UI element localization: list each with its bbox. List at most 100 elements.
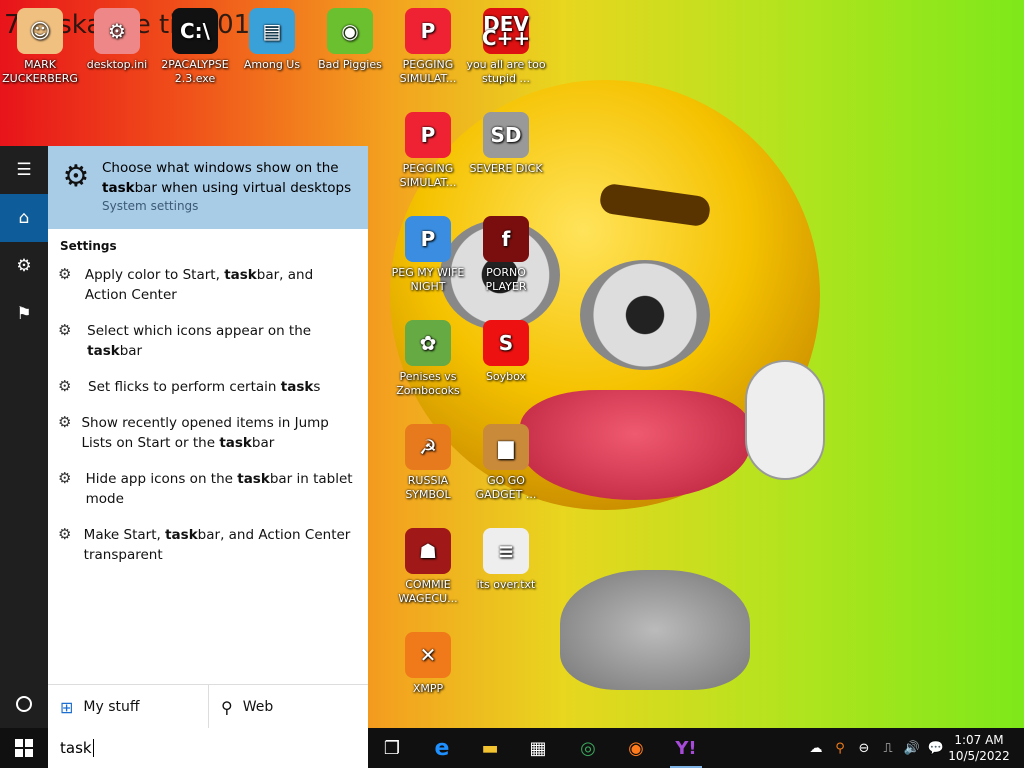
desktop-icon[interactable]: P PEGGING SIMULAT...	[388, 112, 468, 190]
chrome-button[interactable]: ◎	[564, 728, 612, 768]
desktop-icon-label: SEVERE DICK	[469, 162, 543, 175]
hamburger-icon: ☰	[16, 160, 32, 180]
desktop-icon[interactable]: ≡ its over.txt	[466, 528, 546, 592]
desktop-icon-label: GO GO GADGET ...	[475, 474, 537, 501]
settings-result-item[interactable]: ⚙ Apply color to Start, taskbar, and Acti…	[48, 265, 368, 305]
desktop-icon[interactable]: ☺ MARK ZUCKERBERG	[0, 8, 80, 86]
store-icon: ▦	[529, 737, 547, 759]
cloud-icon[interactable]: ☁	[804, 741, 828, 756]
desktop-icon-label: desktop.ini	[86, 58, 148, 71]
desktop-icon-label: PEGGING SIMULAT...	[399, 58, 457, 85]
app-icon: C:\	[172, 8, 218, 54]
app-icon: DEV C++	[482, 8, 530, 54]
desktop-icon[interactable]: ☭ RUSSIA SYMBOL	[388, 424, 468, 502]
app-icon: ☭	[405, 424, 451, 470]
start-button[interactable]	[0, 728, 48, 768]
gear-icon: ⚙	[58, 413, 72, 431]
volume-icon[interactable]: 🔊	[900, 741, 924, 756]
desktop-icon[interactable]: S Soybox	[466, 320, 546, 384]
best-match-subtitle: System settings	[102, 199, 199, 213]
task-view-icon: ❐	[383, 737, 401, 759]
task-view-button[interactable]: ❐	[368, 728, 416, 768]
desktop-icon[interactable]: ◉ Bad Piggies	[310, 8, 390, 72]
firefox-button[interactable]: ◉	[612, 728, 660, 768]
desktop-icon-label: Among Us	[243, 58, 301, 71]
wallpaper-emoji-shoe	[560, 570, 750, 690]
clock-time: 1:07 AM	[954, 733, 1004, 747]
desktop-icon[interactable]: C:\ 2PACALYPSE 2.3.exe	[155, 8, 235, 86]
feedback-icon: ⚑	[16, 304, 32, 324]
desktop-icon-label: COMMIE WAGECU...	[398, 578, 458, 605]
wallpaper-emoji-hand	[745, 360, 825, 480]
desktop-icon[interactable]: ▆ GO GO GADGET ...	[466, 424, 546, 502]
desktop-icon[interactable]: ☗ COMMIE WAGECU...	[388, 528, 468, 606]
desktop-icon-label: PEG MY WIFE NIGHT	[391, 266, 465, 293]
settings-result-text: Show recently opened items in Jump Lists…	[81, 415, 329, 451]
desktop-icon[interactable]: P PEG MY WIFE NIGHT	[388, 216, 468, 294]
desktop-icon-label: Penises vs Zombocoks	[396, 370, 460, 397]
settings-result-list: ⚙ Apply color to Start, taskbar, and Acti…	[48, 265, 368, 565]
app-icon: P	[405, 216, 451, 262]
best-match-result[interactable]: ⚙ Choose what windows show on the taskba…	[48, 146, 368, 229]
desktop-icon-label: RUSSIA SYMBOL	[405, 474, 451, 501]
search-icon: ⚲	[221, 697, 233, 717]
desktop-icon[interactable]: ▤ Among Us	[232, 8, 312, 72]
settings-result-item[interactable]: ⚙ Set flicks to perform certain tasks	[48, 377, 368, 397]
firefox-icon: ◉	[628, 737, 644, 759]
taskbar: task ❐ e ▬ ▦ ◎ ◉ Y! ☁ ⚲ ⊖ ⎍ 🔊 💬 1:07 AM …	[0, 728, 1024, 768]
settings-button[interactable]: ⚙	[0, 242, 48, 290]
store-button[interactable]: ▦	[514, 728, 562, 768]
edge-button[interactable]: e	[418, 728, 466, 768]
desktop-icon[interactable]: ✿ Penises vs Zombocoks	[388, 320, 468, 398]
hamburger-menu-button[interactable]: ☰	[0, 146, 48, 194]
search-input[interactable]: task	[48, 728, 368, 768]
desktop-icon-label: Soybox	[485, 370, 527, 383]
my-stuff-label: My stuff	[83, 699, 140, 715]
settings-result-text: Set flicks to perform certain tasks	[88, 379, 321, 395]
settings-result-item[interactable]: ⚙ Show recently opened items in Jump List…	[48, 413, 368, 453]
settings-result-text: Select which icons appear on the taskbar	[87, 323, 312, 359]
clock-date: 10/5/2022	[948, 749, 1010, 763]
app-icon: ✕	[405, 632, 451, 678]
settings-result-text: Apply color to Start, taskbar, and Actio…	[84, 267, 314, 303]
settings-result-item[interactable]: ⚙ Select which icons appear on the taskba…	[48, 321, 368, 361]
yahoo-icon: Y!	[675, 737, 697, 759]
settings-section-title: Settings	[60, 239, 117, 253]
search-query-text: task	[60, 739, 92, 757]
yahoo-messenger-button[interactable]: Y!	[662, 728, 710, 768]
start-rail: ☰ ⌂ ⚙ ⚑	[0, 146, 48, 728]
desktop-icon[interactable]: P PEGGING SIMULAT...	[388, 8, 468, 86]
feedback-button[interactable]: ⚑	[0, 290, 48, 338]
desktop-icon[interactable]: f PORNO PLAYER	[466, 216, 546, 294]
gear-icon: ⚙	[16, 256, 32, 276]
app-icon: ✿	[405, 320, 451, 366]
desktop-icon[interactable]: ⚙ desktop.ini	[77, 8, 157, 72]
app-icon: P	[405, 8, 451, 54]
app-icon: ☺	[17, 8, 63, 54]
my-stuff-button[interactable]: ⊞ My stuff	[48, 685, 208, 729]
desktop-icon[interactable]: DEV C++ you all are too stupid ...	[466, 8, 546, 86]
desktop-icon-label: Bad Piggies	[318, 58, 382, 71]
text-caret	[92, 739, 94, 757]
cortana-button[interactable]	[0, 680, 48, 728]
app-icon: ▤	[249, 8, 295, 54]
app-icon: ☗	[405, 528, 451, 574]
desktop-icon[interactable]: SD SEVERE DICK	[466, 112, 546, 176]
gear-icon: ⚙	[58, 377, 72, 395]
settings-result-item[interactable]: ⚙ Hide app icons on the taskbar in tablet…	[48, 469, 368, 509]
desktop-icon-label: 2PACALYPSE 2.3.exe	[161, 58, 229, 85]
search-app-icon[interactable]: ⚲	[828, 741, 852, 756]
wallpaper-emoji-tongue	[520, 390, 750, 500]
file-explorer-button[interactable]: ▬	[466, 728, 514, 768]
hidden-icon[interactable]: ⊖	[852, 741, 876, 756]
clock[interactable]: 1:07 AM 10/5/2022	[944, 732, 1014, 764]
app-icon: ▆	[483, 424, 529, 470]
gear-icon: ⚙	[58, 469, 72, 487]
network-icon[interactable]: ⎍	[876, 741, 900, 756]
web-button[interactable]: ⚲ Web	[208, 685, 368, 729]
home-button[interactable]: ⌂	[0, 194, 48, 242]
desktop-icon-label: XMPP	[412, 682, 444, 695]
settings-result-item[interactable]: ⚙ Make Start, taskbar, and Action Center …	[48, 525, 368, 565]
desktop-icon[interactable]: ✕ XMPP	[388, 632, 468, 696]
desktop-icon-label: you all are too stupid ...	[466, 58, 546, 85]
